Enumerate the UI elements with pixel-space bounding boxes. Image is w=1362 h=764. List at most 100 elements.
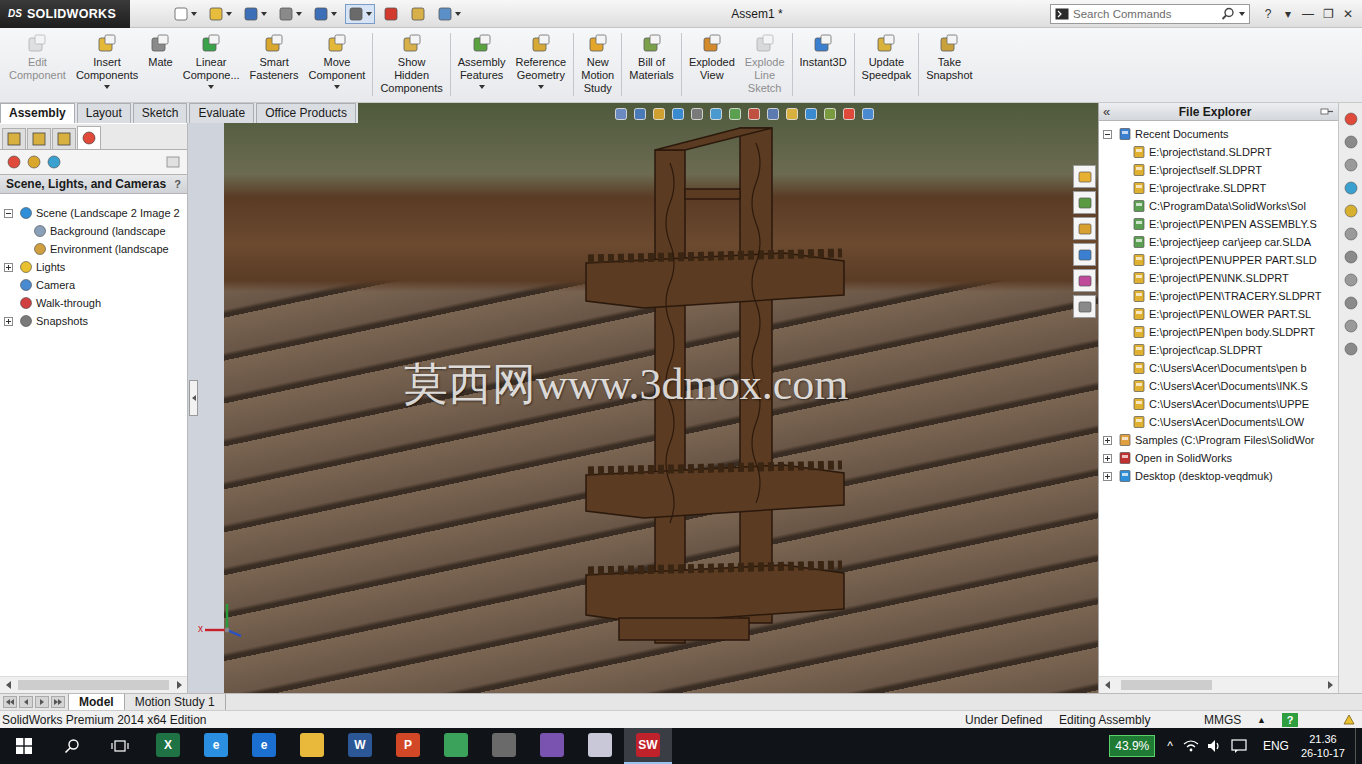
file-item[interactable]: E:\project\PEN\pen body.SLDPRT [1099,323,1338,341]
ribbon-button[interactable]: NewMotionStudy [576,33,619,102]
unit-system[interactable]: MMGS [1204,713,1257,727]
quick-access-button[interactable] [434,4,464,24]
view-tool-icon[interactable] [728,107,742,121]
quick-access-button[interactable] [380,4,402,24]
task-pane-tab-icon[interactable] [1343,134,1359,150]
quick-access-button[interactable] [240,4,270,24]
task-pane-tab-icon[interactable] [1343,203,1359,219]
view-tool-icon[interactable] [823,107,837,121]
volume-icon[interactable] [1207,739,1223,753]
horizontal-scrollbar[interactable] [1099,676,1338,693]
file-item[interactable]: C:\Users\Acer\Documents\LOW [1099,413,1338,431]
file-item[interactable]: E:\project\PEN\LOWER PART.SL [1099,305,1338,323]
help-button[interactable]: ? [174,178,181,190]
show-hidden-icons[interactable]: ^ [1167,739,1173,753]
action-center-icon[interactable] [1231,739,1247,753]
ribbon-button[interactable]: ShowHiddenComponents [375,33,447,102]
next-tab-icon[interactable] [35,696,49,708]
view-tool-icon[interactable] [861,107,875,121]
quick-access-button[interactable] [205,4,235,24]
expander-icon[interactable] [1103,130,1112,139]
command-tab[interactable]: Office Products [256,103,356,123]
taskbar-app[interactable] [480,728,528,764]
tree-item[interactable]: Background (landscape [0,222,187,240]
taskbar-app[interactable]: e [240,728,288,764]
scroll-thumb[interactable] [18,680,169,690]
view-tool-icon[interactable] [804,107,818,121]
file-item[interactable]: Samples (C:\Program Files\SolidWor [1099,431,1338,449]
ribbon-button[interactable]: AssemblyFeatures [453,33,511,102]
quick-access-button[interactable] [275,4,305,24]
taskbar-app[interactable] [432,728,480,764]
file-item[interactable]: E:\project\PEN\UPPER PART.SLD [1099,251,1338,269]
command-tab[interactable]: Assembly [0,103,75,123]
search-button[interactable] [48,728,96,764]
window-control[interactable]: — [1298,7,1318,21]
shortcut-button[interactable] [1073,243,1096,266]
expander-icon[interactable] [1103,472,1112,481]
command-tab[interactable]: Sketch [133,103,188,123]
ribbon-button[interactable]: SmartFasteners [245,33,304,102]
task-pane-tab-icon[interactable] [1343,249,1359,265]
panel-tab[interactable] [52,128,76,149]
view-tool-icon[interactable] [785,107,799,121]
task-pane-tab-icon[interactable] [1343,341,1359,357]
taskbar-app[interactable]: SW [624,728,672,764]
taskbar-app[interactable] [576,728,624,764]
expander-icon[interactable] [4,263,13,272]
panel-tool-icon[interactable] [165,154,181,170]
file-item[interactable]: Open in SolidWorks [1099,449,1338,467]
rebuild-icon[interactable] [1342,713,1356,727]
window-control[interactable]: ▾ [1278,7,1298,21]
previous-tab-icon[interactable] [19,696,33,708]
window-control[interactable]: ❐ [1318,7,1338,21]
tree-item[interactable]: Camera [0,276,187,294]
scroll-left-icon[interactable] [1099,677,1115,693]
panel-tab[interactable] [77,126,101,149]
tree-item[interactable]: Lights [0,258,187,276]
shortcut-button[interactable] [1073,165,1096,188]
scroll-left-icon[interactable] [0,677,16,693]
taskbar-app[interactable]: W [336,728,384,764]
ribbon-button[interactable]: InsertComponents [71,33,143,102]
ribbon-button[interactable]: Bill ofMaterials [624,33,679,102]
expander-icon[interactable] [4,209,13,218]
quick-access-button[interactable] [310,4,340,24]
ribbon-button[interactable]: ExplodeLineSketch [740,33,790,102]
view-tool-icon[interactable] [633,107,647,121]
taskbar-app[interactable]: e [192,728,240,764]
taskbar-app[interactable] [288,728,336,764]
ribbon-button[interactable]: UpdateSpeedpak [857,33,917,102]
file-item[interactable]: E:\project\PEN\INK.SLDPRT [1099,269,1338,287]
command-tab[interactable]: Layout [77,103,131,123]
tree-item[interactable]: Scene (Landscape 2 Image 2 [0,204,187,222]
tree-item[interactable]: Walk-through [0,294,187,312]
panel-tool-icon[interactable] [46,154,62,170]
ribbon-button[interactable]: LinearCompone... [178,33,245,102]
shortcut-button[interactable] [1073,295,1096,318]
view-tool-icon[interactable] [671,107,685,121]
panel-tool-icon[interactable] [26,154,42,170]
ribbon-button[interactable]: Mate [143,33,177,102]
command-tab[interactable]: Evaluate [189,103,254,123]
search-commands[interactable]: Search Commands [1050,4,1250,24]
ribbon-button[interactable]: TakeSnapshot [921,33,977,102]
graphics-area[interactable]: 莫西网www.3dmox.com [224,103,1098,693]
file-item[interactable]: E:\project\jeep car\jeep car.SLDA [1099,233,1338,251]
view-tool-icon[interactable] [766,107,780,121]
quick-access-button[interactable] [407,4,429,24]
shortcut-button[interactable] [1073,269,1096,292]
scroll-right-icon[interactable] [171,677,187,693]
battery-indicator[interactable]: 43.9% [1109,735,1155,757]
task-pane-tab-icon[interactable] [1343,318,1359,334]
window-control[interactable]: ? [1258,7,1278,21]
view-tool-icon[interactable] [709,107,723,121]
start-button[interactable] [0,728,48,764]
panel-tab[interactable] [27,128,51,149]
quick-access-button[interactable] [345,4,375,24]
expander-icon[interactable] [4,317,13,326]
show-desktop-button[interactable] [1355,728,1362,764]
taskbar-app[interactable]: X [144,728,192,764]
file-item[interactable]: E:\project\PEN\PEN ASSEMBLY.S [1099,215,1338,233]
file-item[interactable]: C:\Users\Acer\Documents\pen b [1099,359,1338,377]
